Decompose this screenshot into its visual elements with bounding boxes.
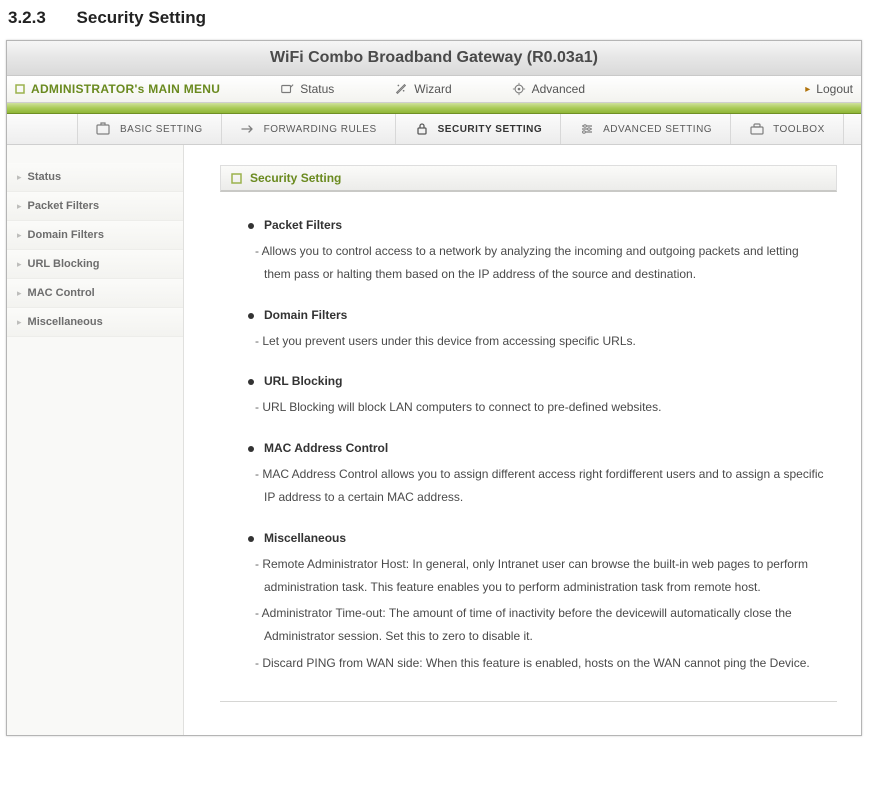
bullet-icon: [248, 223, 254, 229]
sidebar-item-label: URL Blocking: [28, 258, 100, 270]
tab-label: BASIC SETTING: [120, 124, 203, 135]
feature-desc: Administrator Time-out: The amount of ti…: [248, 602, 827, 648]
feature-miscellaneous: Miscellaneous Remote Administrator Host:…: [248, 531, 827, 675]
menu-item-status[interactable]: Status: [280, 82, 334, 96]
feature-title-text: Domain Filters: [264, 308, 347, 322]
tab-label: SECURITY SETTING: [438, 124, 543, 135]
menu-item-label: Status: [300, 82, 334, 96]
forwarding-rules-icon: [240, 122, 256, 136]
feature-title-text: Miscellaneous: [264, 531, 346, 545]
feature-desc: Allows you to control access to a networ…: [248, 240, 827, 286]
sidebar-item-label: Status: [28, 171, 62, 183]
menu-item-advanced[interactable]: Advanced: [512, 82, 585, 96]
bullet-icon: [248, 446, 254, 452]
sidebar-item-label: Packet Filters: [28, 200, 100, 212]
chevron-right-icon: ▸: [17, 202, 22, 211]
feature-title-text: MAC Address Control: [264, 441, 388, 455]
sidebar-item-domain-filters[interactable]: ▸ Domain Filters: [7, 221, 183, 250]
tab-label: TOOLBOX: [773, 124, 825, 135]
bullet-icon: [248, 313, 254, 319]
menu-item-label: Advanced: [532, 82, 585, 96]
logout-label: Logout: [816, 82, 853, 96]
feature-title-text: URL Blocking: [264, 374, 342, 388]
doc-section-number: 3.2.3: [8, 8, 46, 27]
chevron-right-icon: ▸: [17, 231, 22, 240]
chevron-right-icon: ▸: [17, 289, 22, 298]
feature-title-text: Packet Filters: [264, 218, 342, 232]
sidebar-item-url-blocking[interactable]: ▸ URL Blocking: [7, 250, 183, 279]
bullet-icon: [248, 379, 254, 385]
advanced-icon: [512, 82, 526, 96]
tab-forwarding-rules[interactable]: FORWARDING RULES: [221, 114, 395, 144]
tab-basic-setting[interactable]: BASIC SETTING: [77, 114, 221, 144]
sidebar-item-miscellaneous[interactable]: ▸ Miscellaneous: [7, 308, 183, 337]
logout-arrow-icon: ▸: [805, 84, 810, 95]
tab-label: FORWARDING RULES: [264, 124, 377, 135]
feature-desc: Let you prevent users under this device …: [248, 330, 827, 353]
bullet-icon: [248, 536, 254, 542]
app-frame: WiFi Combo Broadband Gateway (R0.03a1) A…: [6, 40, 862, 736]
panel-header: Security Setting: [220, 165, 837, 192]
sidebar-item-label: Domain Filters: [28, 229, 104, 241]
menu-square-icon: [15, 84, 25, 94]
chevron-right-icon: ▸: [17, 173, 22, 182]
tab-advanced-setting[interactable]: ADVANCED SETTING: [560, 114, 730, 144]
feature-mac-address-control: MAC Address Control MAC Address Control …: [248, 441, 827, 509]
feature-domain-filters: Domain Filters Let you prevent users und…: [248, 308, 827, 353]
feature-desc: Remote Administrator Host: In general, o…: [248, 553, 827, 599]
sidebar: ▸ Status ▸ Packet Filters ▸ Domain Filte…: [7, 145, 184, 735]
status-icon: [280, 82, 294, 96]
sidebar-item-label: MAC Control: [28, 287, 95, 299]
sidebar-item-mac-control[interactable]: ▸ MAC Control: [7, 279, 183, 308]
feature-packet-filters: Packet Filters Allows you to control acc…: [248, 218, 827, 286]
panel-square-icon: [231, 173, 242, 184]
main-menu-center: Status Wizard Advanced: [280, 82, 585, 96]
tab-label: ADVANCED SETTING: [603, 124, 712, 135]
security-setting-icon: [414, 122, 430, 136]
menu-item-label: Wizard: [414, 82, 451, 96]
sidebar-item-label: Miscellaneous: [28, 316, 103, 328]
app-body: ▸ Status ▸ Packet Filters ▸ Domain Filte…: [7, 145, 861, 735]
chevron-right-icon: ▸: [17, 260, 22, 269]
feature-desc: MAC Address Control allows you to assign…: [248, 463, 827, 509]
sidebar-item-packet-filters[interactable]: ▸ Packet Filters: [7, 192, 183, 221]
doc-section-heading: 3.2.3 Security Setting: [8, 8, 876, 28]
wizard-icon: [394, 82, 408, 96]
toolbox-icon: [749, 122, 765, 136]
title-bar: WiFi Combo Broadband Gateway (R0.03a1): [7, 41, 861, 76]
tab-security-setting[interactable]: SECURITY SETTING: [395, 114, 561, 144]
main-menu-row: ADMINISTRATOR's MAIN MENU Status Wizard …: [7, 76, 861, 103]
main-menu-label: ADMINISTRATOR's MAIN MENU: [15, 82, 220, 96]
content-area: Security Setting Packet Filters Allows y…: [184, 145, 861, 735]
basic-setting-icon: [96, 122, 112, 136]
feature-desc: URL Blocking will block LAN computers to…: [248, 396, 827, 419]
content-divider: [220, 701, 837, 702]
accent-band: [7, 103, 861, 114]
panel-title: Security Setting: [250, 171, 341, 185]
tab-toolbox[interactable]: TOOLBOX: [730, 114, 844, 144]
feature-desc: Discard PING from WAN side: When this fe…: [248, 652, 827, 675]
menu-item-wizard[interactable]: Wizard: [394, 82, 451, 96]
settings-tabs-row: BASIC SETTING FORWARDING RULES SECURITY …: [7, 114, 861, 145]
feature-url-blocking: URL Blocking URL Blocking will block LAN…: [248, 374, 827, 419]
doc-section-title: Security Setting: [77, 8, 206, 27]
sidebar-item-status[interactable]: ▸ Status: [7, 163, 183, 192]
feature-list: Packet Filters Allows you to control acc…: [220, 218, 837, 675]
advanced-setting-icon: [579, 122, 595, 136]
logout-link[interactable]: ▸ Logout: [805, 82, 853, 96]
main-menu-label-text: ADMINISTRATOR's MAIN MENU: [31, 82, 220, 96]
chevron-right-icon: ▸: [17, 318, 22, 327]
